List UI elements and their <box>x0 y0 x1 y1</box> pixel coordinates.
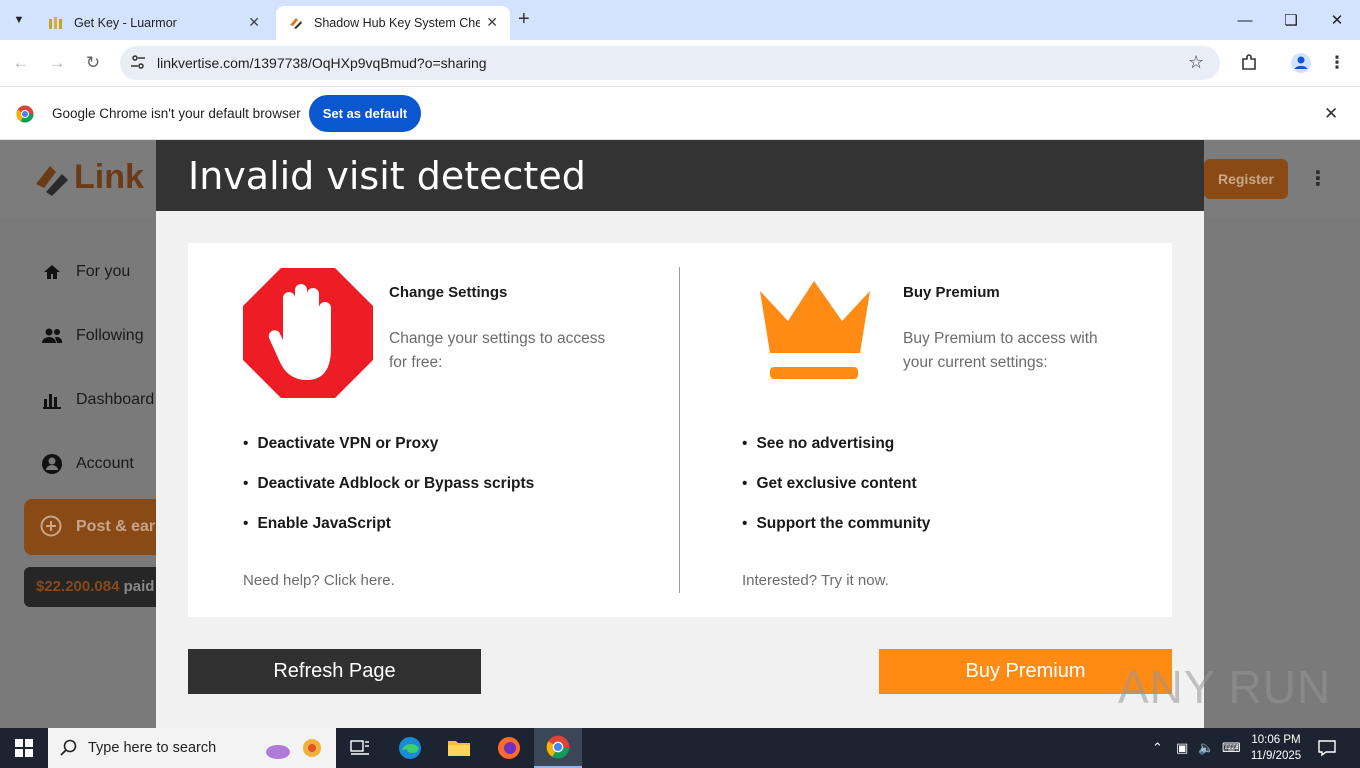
buy-premium-heading: Buy Premium <box>903 284 1000 301</box>
file-explorer-icon[interactable] <box>435 728 483 768</box>
profile-icon[interactable] <box>1288 50 1314 76</box>
stop-hand-icon <box>243 268 373 403</box>
tray-chevron-icon[interactable]: ⌃ <box>1152 740 1163 756</box>
infobar-message: Google Chrome isn't your default browser <box>52 106 301 121</box>
tab-get-key[interactable]: Get Key - Luarmor ✕ <box>36 6 272 40</box>
address-bar[interactable]: linkvertise.com/1397738/OqHXp9vqBmud?o=s… <box>120 46 1220 80</box>
reload-icon[interactable]: ↻ <box>80 50 106 76</box>
list-item: • Deactivate VPN or Proxy <box>243 435 439 452</box>
task-view-icon[interactable] <box>336 728 384 768</box>
sidebar-item-dashboard[interactable]: Dashboard <box>40 388 154 412</box>
list-item: • Deactivate Adblock or Bypass scripts <box>243 475 535 492</box>
new-tab-icon[interactable]: + <box>518 8 530 31</box>
windows-taskbar: Type here to search ⌃ ▣ 🔈 ⌨ 10:06 PM 11/… <box>0 728 1360 768</box>
taskbar-clock[interactable]: 10:06 PM 11/9/2025 <box>1244 732 1308 764</box>
list-item: • Enable JavaScript <box>243 515 391 532</box>
anyrun-watermark: ANY RUN <box>1118 661 1332 713</box>
sidebar-item-label: Account <box>76 455 134 472</box>
change-settings-description: Change your settings to access for free: <box>389 330 606 371</box>
invalid-visit-modal: Invalid visit detected Change Settings C… <box>156 140 1204 728</box>
browser-toolbar: ← → ↻ linkvertise.com/1397738/OqHXp9vqBm… <box>0 40 1360 86</box>
account-icon <box>40 452 64 476</box>
register-button[interactable]: Register <box>1204 159 1288 199</box>
crown-icon <box>760 281 870 386</box>
paid-label: paid <box>123 578 155 595</box>
close-tab-icon[interactable]: ✕ <box>486 14 498 31</box>
tab-shadow-hub[interactable]: Shadow Hub Key System Check ✕ <box>276 6 510 40</box>
close-tab-icon[interactable]: ✕ <box>248 14 260 31</box>
paid-amount: $22.200.084 <box>36 578 120 595</box>
chrome-taskbar-icon[interactable] <box>534 728 582 768</box>
sidebar-item-account[interactable]: Account <box>40 452 134 476</box>
search-placeholder: Type here to search <box>88 740 217 756</box>
default-browser-infobar: Google Chrome isn't your default browser… <box>0 86 1360 140</box>
firefox-icon[interactable] <box>485 728 533 768</box>
chrome-menu-icon[interactable]: ⋮ <box>1324 50 1350 76</box>
plus-circle-icon <box>40 515 62 542</box>
windows-start-icon[interactable] <box>0 728 48 768</box>
volume-icon[interactable]: 🔈 <box>1198 740 1214 756</box>
tab-search-icon[interactable]: ▼ <box>8 9 30 31</box>
site-info-icon[interactable] <box>130 54 146 75</box>
bookmark-star-icon[interactable]: ☆ <box>1188 52 1204 73</box>
options-card: Change Settings Change your settings to … <box>188 243 1172 617</box>
refresh-page-button[interactable]: Refresh Page <box>188 649 481 694</box>
sidebar-item-label: Following <box>76 327 144 344</box>
minimize-icon[interactable]: — <box>1222 0 1268 40</box>
close-window-icon[interactable]: ✕ <box>1314 0 1360 40</box>
input-method-icon[interactable]: ⌨ <box>1222 740 1241 756</box>
extensions-icon[interactable] <box>1236 50 1262 76</box>
tab-strip: ▼ Get Key - Luarmor ✕ Shadow Hub Key Sys… <box>0 0 1360 40</box>
buy-premium-description: Buy Premium to access with your current … <box>903 330 1098 371</box>
network-icon[interactable]: ▣ <box>1176 740 1188 756</box>
forward-icon[interactable]: → <box>44 50 70 76</box>
list-item: • See no advertising <box>742 435 895 452</box>
edge-icon[interactable] <box>386 728 434 768</box>
home-icon <box>40 260 64 284</box>
sidebar-item-label: Dashboard <box>76 391 155 408</box>
search-icon <box>60 739 78 762</box>
sidebar-item-following[interactable]: Following <box>40 324 144 348</box>
set-as-default-button[interactable]: Set as default <box>309 95 421 132</box>
sidebar-item-label: For you <box>76 263 131 280</box>
tab-title: Get Key - Luarmor <box>74 16 177 30</box>
column-divider <box>679 267 680 593</box>
url-text: linkvertise.com/1397738/OqHXp9vqBmud?o=s… <box>157 55 487 71</box>
linkvertise-favicon-icon <box>288 15 304 31</box>
need-help-link[interactable]: Need help? Click here. <box>243 572 395 589</box>
modal-title: Invalid visit detected <box>188 154 586 198</box>
post-and-earn-label: Post & earn <box>76 518 165 535</box>
list-item: • Get exclusive content <box>742 475 917 492</box>
web-page: Link Register ⋮ For you Following Dashbo… <box>0 140 1360 728</box>
site-menu-icon[interactable]: ⋮ <box>1308 166 1328 191</box>
site-logo-text: Link <box>74 158 144 196</box>
list-item: • Support the community <box>742 515 931 532</box>
taskbar-search-input[interactable]: Type here to search <box>48 728 336 768</box>
back-icon[interactable]: ← <box>8 50 34 76</box>
chrome-logo-icon <box>16 105 34 128</box>
interested-link[interactable]: Interested? Try it now. <box>742 572 889 589</box>
luarmor-favicon-icon <box>48 15 64 31</box>
sidebar-item-for-you[interactable]: For you <box>40 260 130 284</box>
linkvertise-logo-icon <box>32 160 72 203</box>
change-settings-heading: Change Settings <box>389 284 508 301</box>
bar-chart-icon <box>40 388 64 412</box>
clock-date: 11/9/2025 <box>1250 750 1302 762</box>
modal-header: Invalid visit detected <box>156 140 1204 211</box>
restore-icon[interactable]: ❏ <box>1268 0 1314 40</box>
notifications-icon[interactable] <box>1318 739 1336 762</box>
tab-title: Shadow Hub Key System Check <box>314 16 480 30</box>
paid-out-badge: $22.200.084 paid <box>24 567 174 607</box>
people-icon <box>40 324 64 348</box>
search-highlight-icon <box>264 734 326 767</box>
post-and-earn-button[interactable]: Post & earn <box>24 499 174 555</box>
infobar-close-icon[interactable]: ✕ <box>1324 104 1338 124</box>
clock-time: 10:06 PM <box>1251 734 1301 746</box>
